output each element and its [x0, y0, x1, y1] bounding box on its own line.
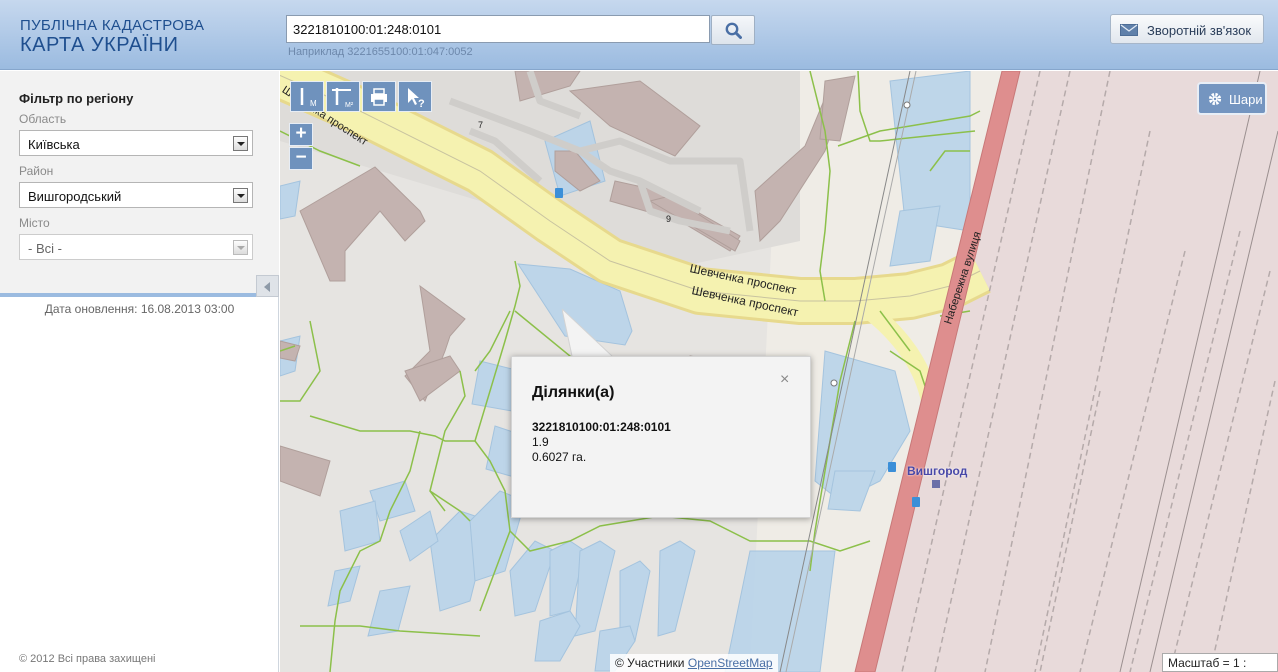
print-button[interactable]: [362, 81, 396, 112]
feedback-button[interactable]: Зворотній зв'язок: [1110, 14, 1264, 44]
oblast-select[interactable]: Київська: [19, 130, 253, 156]
site-logo[interactable]: ПУБЛІЧНА КАДАСТРОВА КАРТА УКРАЇНИ: [20, 18, 204, 55]
cursor-question-icon: ?: [408, 88, 425, 110]
region-filter-panel: Фільтр по регіону Область Київська Район…: [0, 71, 279, 297]
layers-button[interactable]: Шари: [1197, 82, 1267, 115]
copyright: © 2012 Всі права захищені: [19, 653, 156, 665]
search-button[interactable]: [711, 15, 755, 45]
gear-icon: [1208, 92, 1222, 106]
svg-text:M: M: [310, 99, 317, 108]
house-number: 9: [666, 214, 672, 224]
feedback-label: Зворотній зв'язок: [1147, 23, 1252, 38]
city-select[interactable]: - Всі -: [19, 234, 253, 260]
layers-label: Шари: [1229, 92, 1263, 107]
measure-distance-button[interactable]: M: [290, 81, 324, 112]
search-input[interactable]: [286, 15, 710, 43]
map-view[interactable]: Шевченка проспект Шевченка проспект Набе…: [280, 71, 1278, 672]
house-number: 7: [478, 120, 484, 130]
attribution-prefix: © Участники: [615, 656, 685, 670]
city-value: - Всі -: [28, 241, 62, 256]
popup-pointer: [562, 309, 613, 357]
map-toolbar: M M² ?: [288, 79, 438, 116]
update-date: Дата оновлення: 16.08.2013 03:00: [44, 302, 235, 316]
map-scale: Масштаб = 1 : 4265: [1162, 653, 1278, 672]
district-label: Район: [19, 164, 54, 178]
sidebar: Фільтр по регіону Область Київська Район…: [0, 71, 279, 672]
printer-icon: [371, 88, 387, 106]
collapse-sidebar-button[interactable]: [256, 275, 279, 297]
zoom-in-button[interactable]: +: [289, 123, 313, 146]
logo-line1: ПУБЛІЧНА КАДАСТРОВА: [20, 17, 205, 34]
oblast-value: Київська: [28, 137, 80, 152]
district-value: Вишгородський: [28, 189, 122, 204]
chevron-down-icon[interactable]: [233, 188, 248, 203]
app-header: ПУБЛІЧНА КАДАСТРОВА КАРТА УКРАЇНИ Наприк…: [0, 0, 1278, 70]
district-select[interactable]: Вишгородський: [19, 182, 253, 208]
zoom-out-button[interactable]: −: [289, 147, 313, 170]
oblast-label: Область: [19, 112, 67, 126]
svg-text:M²: M²: [345, 102, 354, 109]
station-marker-icon: [932, 480, 940, 488]
town-label: Вишгород: [907, 464, 968, 478]
chevron-down-icon[interactable]: [233, 136, 248, 151]
parcel-cadastral-id[interactable]: 3221810100:01:248:0101: [532, 420, 671, 434]
envelope-icon: [1120, 24, 1138, 36]
area-ruler-icon: M²: [332, 88, 354, 109]
close-icon[interactable]: ×: [780, 371, 789, 389]
svg-text:?: ?: [418, 98, 425, 110]
chevron-down-icon[interactable]: [233, 240, 248, 255]
ruler-icon: M: [300, 88, 317, 108]
search-icon: [725, 22, 742, 39]
filter-title: Фільтр по регіону: [19, 91, 134, 106]
search-example-hint: Наприклад 3221655100:01:047:0052: [288, 46, 473, 58]
osm-link[interactable]: OpenStreetMap: [688, 656, 773, 670]
popup-title: Ділянки(а): [532, 384, 615, 401]
zoom-control: + −: [288, 122, 315, 172]
map-attribution: © Участники OpenStreetMap: [610, 654, 778, 672]
measure-area-button[interactable]: M²: [326, 81, 360, 112]
parcel-area: 0.6027 га.: [532, 450, 587, 464]
city-label: Місто: [19, 216, 50, 230]
parcel-purpose-code: 1.9: [532, 435, 549, 449]
logo-line2: КАРТА УКРАЇНИ: [20, 34, 179, 56]
identify-button[interactable]: ?: [398, 81, 432, 112]
parcel-info-popup: Ділянки(а) × 3221810100:01:248:0101 1.9 …: [511, 356, 811, 518]
